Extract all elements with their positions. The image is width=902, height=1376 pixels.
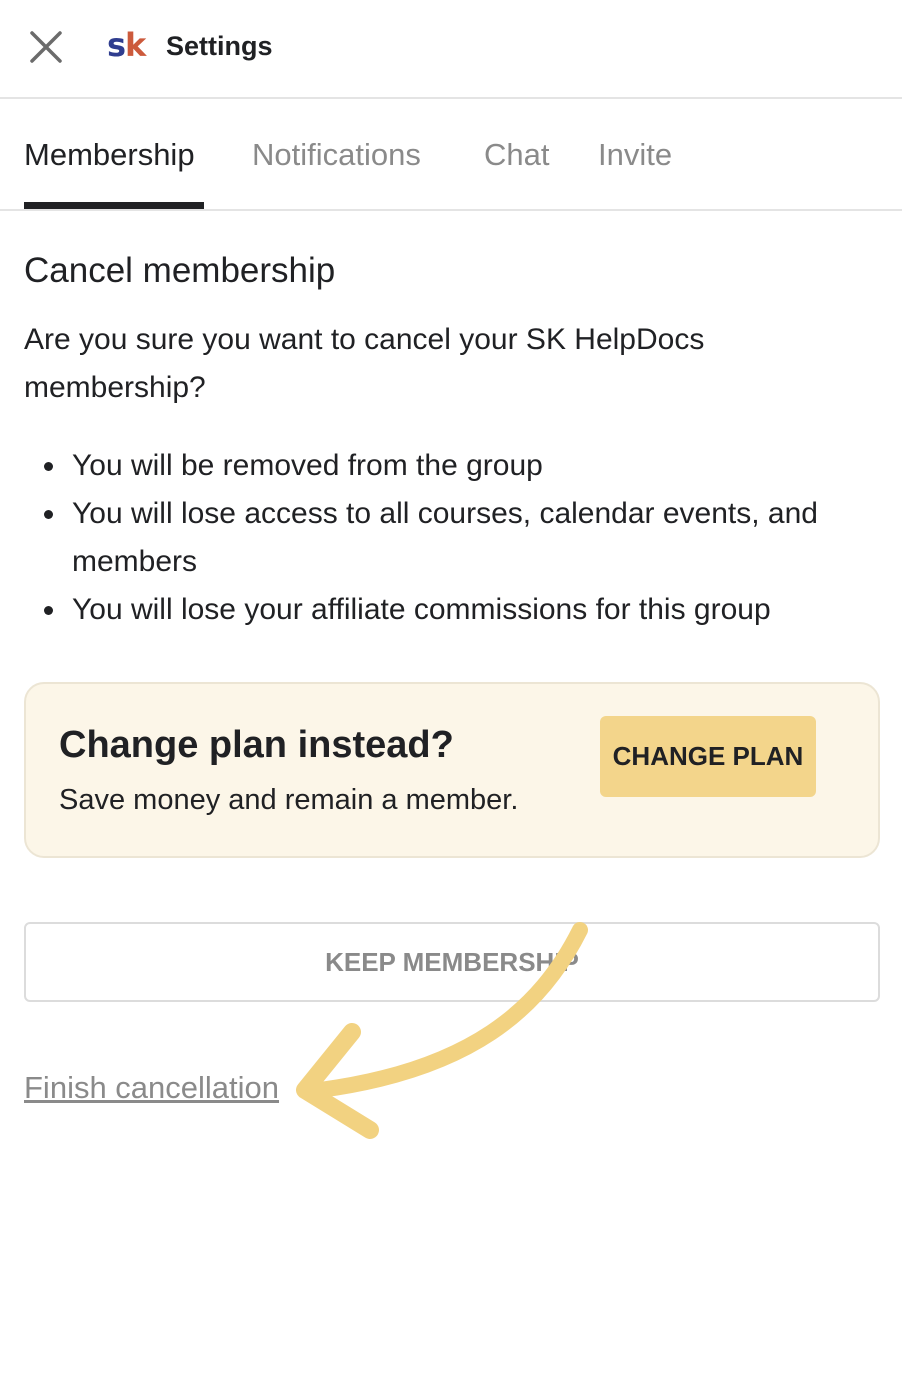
keep-membership-button[interactable]: KEEP MEMBERSHIP <box>24 922 880 1002</box>
tab-notifications[interactable]: Notifications <box>252 137 421 173</box>
change-plan-title: Change plan instead? <box>59 724 454 766</box>
app-logo: sk <box>107 26 146 64</box>
tab-bar: Membership Notifications Chat Invite <box>0 99 902 211</box>
list-item: You will lose access to all courses, cal… <box>24 490 884 586</box>
section-heading: Cancel membership <box>24 251 336 290</box>
tab-invite[interactable]: Invite <box>598 137 672 173</box>
active-tab-indicator <box>24 202 204 209</box>
change-plan-subtitle: Save money and remain a member. <box>59 784 519 816</box>
list-item: You will be removed from the group <box>24 442 884 490</box>
close-button[interactable] <box>26 27 66 67</box>
tab-chat[interactable]: Chat <box>484 137 549 173</box>
close-icon <box>30 31 62 63</box>
finish-cancellation-link[interactable]: Finish cancellation <box>24 1070 279 1106</box>
change-plan-card: Change plan instead? Save money and rema… <box>24 682 880 858</box>
consequences-list: You will be removed from the group You w… <box>24 442 884 634</box>
page-title: Settings <box>166 31 273 61</box>
list-item: You will lose your affiliate commissions… <box>24 586 884 634</box>
tab-membership[interactable]: Membership <box>24 137 195 173</box>
confirmation-question: Are you sure you want to cancel your SK … <box>24 323 705 404</box>
change-plan-button[interactable]: CHANGE PLAN <box>600 716 816 797</box>
header-bar: sk Settings <box>0 0 902 99</box>
